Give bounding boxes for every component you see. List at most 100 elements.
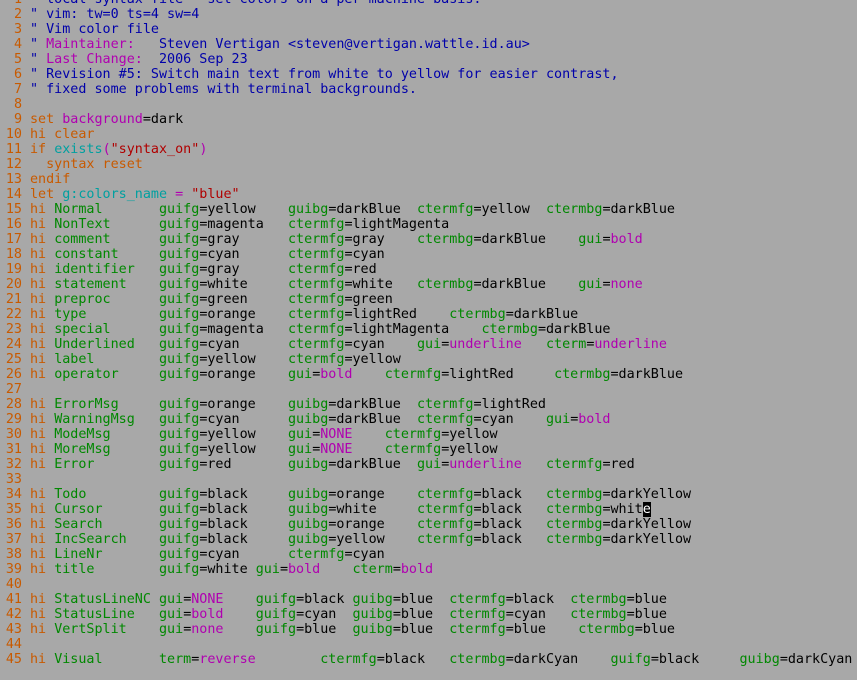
code-line[interactable]: 26 hi operator guifg=orange gui=bold cter… <box>0 367 857 382</box>
code-line[interactable]: 7 " fixed some problems with terminal bac… <box>0 82 857 97</box>
code-token: statement <box>54 277 159 292</box>
code-token: = <box>279 562 288 577</box>
code-line[interactable]: 2 " vim: tw=0 ts=4 sw=4 <box>0 7 857 22</box>
line-number: 29 <box>5 412 22 427</box>
code-line[interactable]: 34 hi Todo guifg=black guibg=orange cterm… <box>0 487 857 502</box>
code-token: =white <box>344 277 417 292</box>
code-line[interactable]: 42 hi StatusLine gui=bold guifg=cyan guib… <box>0 607 857 622</box>
code-line[interactable]: 45 hi Visual term=reverse ctermfg=black c… <box>0 652 857 667</box>
code-line[interactable]: 14 let g:colors_name = "blue" <box>0 187 857 202</box>
code-token: =blue <box>505 622 579 637</box>
code-token: =darkBlue <box>537 322 611 337</box>
code-token: MoreMsg <box>54 442 159 457</box>
line-number: 28 <box>5 397 22 412</box>
code-line[interactable]: 23 hi special guifg=magenta ctermfg=light… <box>0 322 857 337</box>
code-token: gui <box>288 442 313 457</box>
code-line[interactable]: 39 hi title guifg=white gui=bold cterm=bo… <box>0 562 857 577</box>
code-line[interactable]: 38 hi LineNr guifg=cyan ctermfg=cyan <box>0 547 857 562</box>
code-line[interactable]: 30 hi ModeMsg guifg=yellow gui=NONE cterm… <box>0 427 857 442</box>
code-token: ctermfg <box>384 367 442 382</box>
code-token: VertSplit <box>54 622 159 637</box>
line-number: 38 <box>5 547 22 562</box>
code-token: =yellow <box>344 352 401 367</box>
code-token: =yellow <box>199 427 288 442</box>
code-token: hi <box>30 517 55 532</box>
line-number: 1 <box>0 0 22 7</box>
code-token: g:colors_name <box>62 187 168 202</box>
line-number: 44 <box>5 637 22 652</box>
code-line[interactable]: 15 hi Normal guifg=yellow guibg=darkBlue … <box>0 202 857 217</box>
code-line[interactable]: 19 hi identifier guifg=gray ctermfg=red <box>0 262 857 277</box>
code-token: bold <box>400 562 434 577</box>
code-line[interactable]: 12 syntax reset <box>0 157 857 172</box>
line-number: 19 <box>5 262 22 277</box>
code-token: guifg <box>159 262 200 277</box>
editor-buffer[interactable]: 1 " local syntax file - set colors on a p… <box>0 0 857 680</box>
code-line[interactable]: 41 hi StatusLineNC gui=NONE guifg=black g… <box>0 592 857 607</box>
code-token: =lightMagenta <box>344 322 482 337</box>
code-line[interactable]: 29 hi WarningMsg guifg=cyan guibg=darkBlu… <box>0 412 857 427</box>
code-line[interactable]: 33 <box>0 472 857 487</box>
code-token: =cyan <box>199 412 288 427</box>
code-line[interactable]: 25 hi label guifg=yellow ctermfg=yellow <box>0 352 857 367</box>
code-line[interactable]: 8 <box>0 97 857 112</box>
code-line[interactable]: 31 hi MoreMsg guifg=yellow gui=NONE cterm… <box>0 442 857 457</box>
code-token: ( <box>102 142 111 157</box>
code-line[interactable]: 6 " Revision #5: Switch main text from wh… <box>0 67 857 82</box>
line-number: 35 <box>5 502 22 517</box>
line-number: 5 <box>13 52 22 67</box>
code-token: NonText <box>54 217 159 232</box>
code-token: =magenta <box>199 322 288 337</box>
code-line[interactable]: 1 " local syntax file - set colors on a p… <box>0 0 857 7</box>
code-token: guifg <box>159 367 200 382</box>
code-token: StatusLine <box>54 607 159 622</box>
code-line[interactable]: 3 " Vim color file <box>0 22 857 37</box>
code-token: gui <box>159 592 184 607</box>
code-token: =blue <box>626 592 667 607</box>
code-token: =gray <box>344 232 417 247</box>
line-number: 23 <box>5 322 22 337</box>
code-line[interactable]: 28 hi ErrorMsg guifg=orange guibg=darkBlu… <box>0 397 857 412</box>
code-token: underline <box>594 337 667 352</box>
code-token: ctermfg <box>288 547 345 562</box>
code-line[interactable]: 18 hi constant guifg=cyan ctermfg=cyan <box>0 247 857 262</box>
code-token: =blue <box>634 622 675 637</box>
code-line[interactable]: 10 hi clear <box>0 127 857 142</box>
code-line[interactable]: 4 " Maintainer: Steven Vertigan <steven@v… <box>0 37 857 52</box>
code-line[interactable]: 5 " Last Change: 2006 Sep 23 <box>0 52 857 67</box>
code-token: reverse <box>199 652 256 667</box>
code-token: ctermfg <box>288 307 345 322</box>
code-token: " local syntax file - set colors on a pe… <box>30 0 481 7</box>
code-line[interactable]: 35 hi Cursor guifg=black guibg=white cter… <box>0 502 857 517</box>
code-token: hi <box>30 337 55 352</box>
code-line[interactable]: 27 <box>0 382 857 397</box>
code-token: " Vim color file <box>30 22 159 37</box>
code-line[interactable]: 36 hi Search guifg=black guibg=orange cte… <box>0 517 857 532</box>
code-token: guifg <box>159 547 200 562</box>
code-line[interactable]: 13 endif <box>0 172 857 187</box>
code-line[interactable]: 44 <box>0 637 857 652</box>
code-token: ctermfg <box>417 397 474 412</box>
code-token: =gray <box>199 262 288 277</box>
code-line[interactable]: 11 if exists("syntax_on") <box>0 142 857 157</box>
code-line[interactable]: 17 hi comment guifg=gray ctermfg=gray cte… <box>0 232 857 247</box>
code-line[interactable]: 22 hi type guifg=orange ctermfg=lightRed … <box>0 307 857 322</box>
code-token: =black <box>199 487 288 502</box>
code-line[interactable]: 32 hi Error guifg=red guibg=darkBlue gui=… <box>0 457 857 472</box>
code-line[interactable]: 20 hi statement guifg=white ctermfg=white… <box>0 277 857 292</box>
line-number: 2 <box>13 7 22 22</box>
code-line[interactable]: 37 hi IncSearch guifg=black guibg=yellow … <box>0 532 857 547</box>
code-line[interactable]: 21 hi preproc guifg=green ctermfg=green <box>0 292 857 307</box>
line-number: 45 <box>5 652 22 667</box>
line-number: 13 <box>5 172 22 187</box>
code-line[interactable]: 16 hi NonText guifg=magenta ctermfg=light… <box>0 217 857 232</box>
code-token: =yellow <box>199 442 288 457</box>
code-line[interactable]: 9 set background=dark <box>0 112 857 127</box>
code-line[interactable]: 43 hi VertSplit gui=none guifg=blue guibg… <box>0 622 857 637</box>
code-token: guifg <box>159 397 200 412</box>
code-token: =darkBlue <box>473 277 579 292</box>
code-line[interactable]: 24 hi Underlined guifg=cyan ctermfg=cyan … <box>0 337 857 352</box>
code-line[interactable]: 40 <box>0 577 857 592</box>
code-token: =lightRed <box>441 367 555 382</box>
